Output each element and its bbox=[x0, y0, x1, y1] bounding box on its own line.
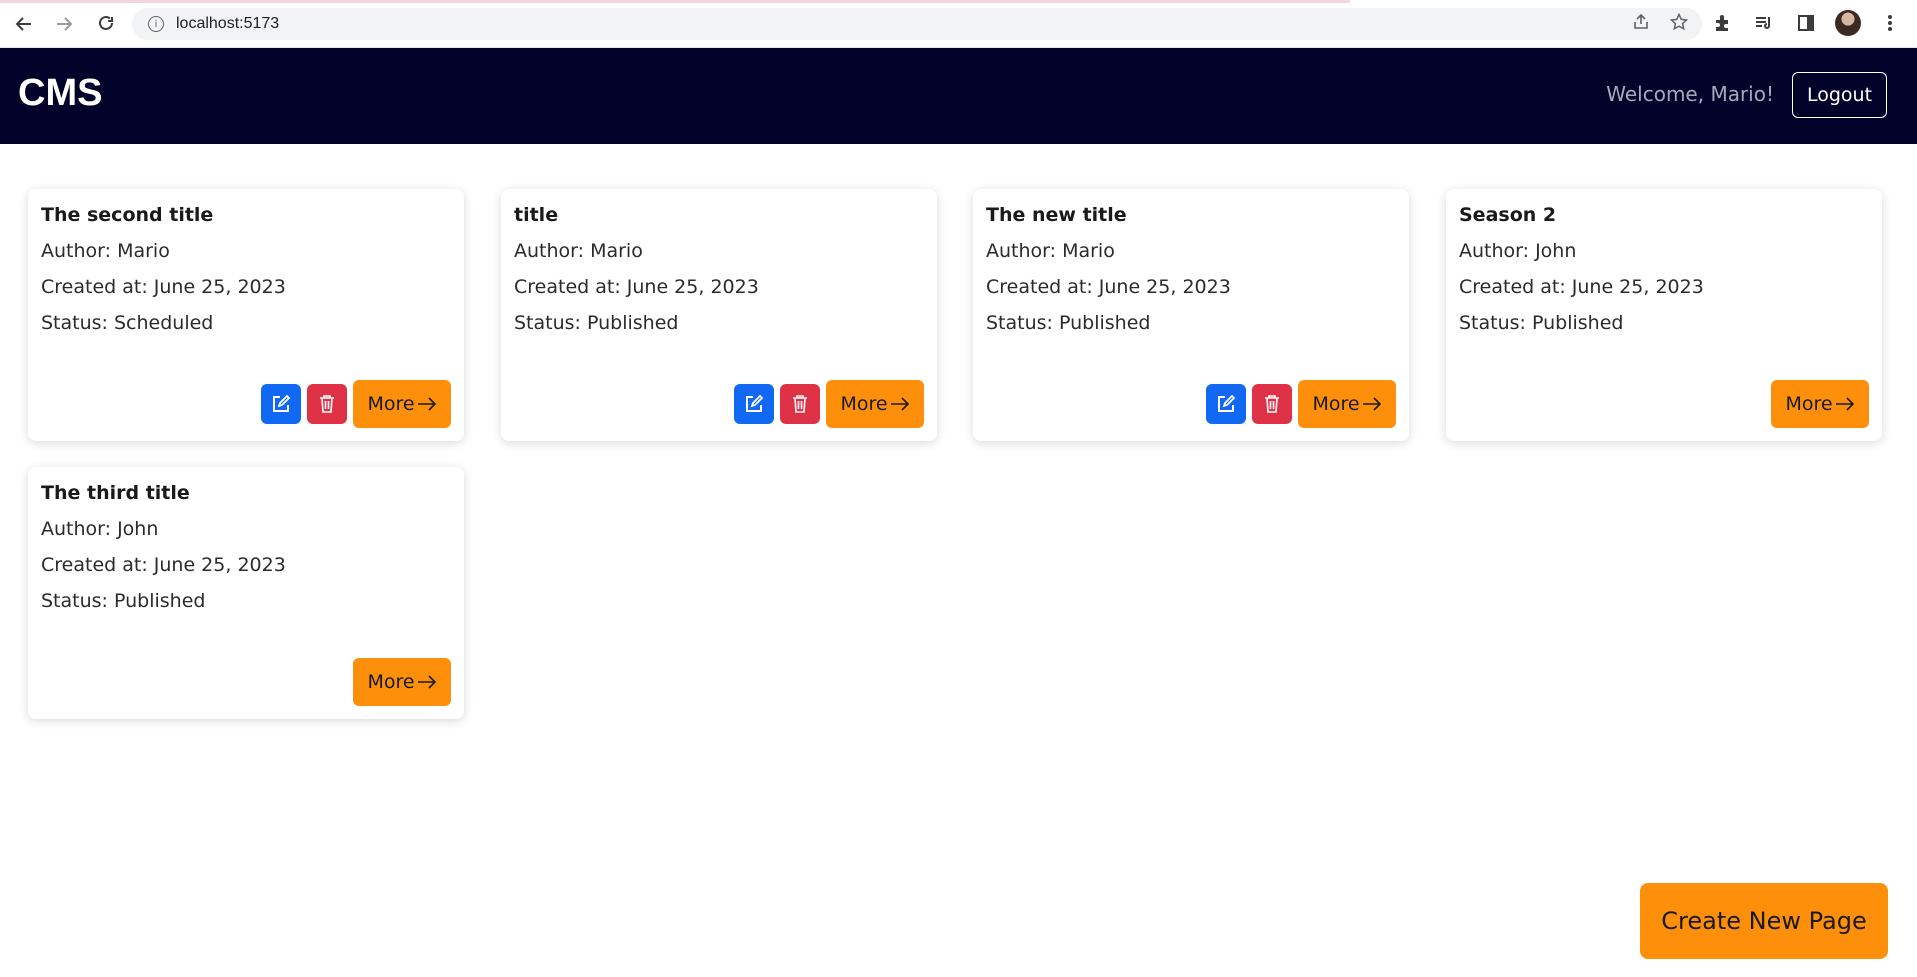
page-author: Author: John bbox=[1459, 240, 1577, 262]
page-created: Created at: June 25, 2023 bbox=[986, 276, 1231, 298]
page-title: Season 2 bbox=[1459, 204, 1557, 226]
extensions-icon[interactable] bbox=[1709, 10, 1735, 36]
edit-button[interactable] bbox=[734, 384, 774, 424]
info-icon[interactable]: i bbox=[148, 16, 164, 32]
page-author: Author: Mario bbox=[41, 240, 170, 262]
page-status: Status: Scheduled bbox=[41, 312, 214, 334]
more-button[interactable]: More bbox=[353, 380, 451, 428]
more-label: More bbox=[840, 393, 888, 415]
edit-icon bbox=[746, 394, 764, 412]
edit-button[interactable] bbox=[261, 384, 301, 424]
url-text: localhost:5173 bbox=[176, 15, 280, 32]
page-card: Season 2 Author: John Created at: June 2… bbox=[1446, 189, 1882, 441]
brand-logo[interactable]: CMS bbox=[18, 72, 102, 115]
star-icon[interactable] bbox=[1669, 12, 1689, 36]
welcome-text: Welcome, Mario! bbox=[1606, 82, 1774, 106]
page-status: Status: Published bbox=[1459, 312, 1624, 334]
delete-button[interactable] bbox=[780, 384, 820, 424]
page-created: Created at: June 25, 2023 bbox=[1459, 276, 1704, 298]
page-card: title Author: Mario Created at: June 25,… bbox=[501, 189, 937, 441]
page-card: The second title Author: Mario Created a… bbox=[28, 189, 464, 441]
create-new-page-button[interactable]: Create New Page bbox=[1640, 883, 1888, 959]
media-icon[interactable] bbox=[1751, 10, 1777, 36]
reload-icon[interactable] bbox=[92, 10, 120, 38]
trash-icon bbox=[1265, 395, 1279, 413]
more-button[interactable]: More bbox=[353, 658, 451, 706]
more-button[interactable]: More bbox=[1298, 380, 1396, 428]
profile-avatar[interactable] bbox=[1835, 10, 1861, 36]
page-created: Created at: June 25, 2023 bbox=[41, 276, 286, 298]
page-status: Status: Published bbox=[986, 312, 1151, 334]
page-author: Author: Mario bbox=[514, 240, 643, 262]
page-author: Author: John bbox=[41, 518, 159, 540]
share-icon[interactable] bbox=[1632, 13, 1650, 36]
delete-button[interactable] bbox=[307, 384, 347, 424]
arrow-right-icon bbox=[890, 397, 909, 411]
address-bar[interactable]: i localhost:5173 bbox=[132, 8, 1702, 40]
page-title: title bbox=[514, 204, 559, 226]
edit-icon bbox=[1218, 394, 1236, 412]
page-author: Author: Mario bbox=[986, 240, 1115, 262]
more-label: More bbox=[1312, 393, 1360, 415]
trash-icon bbox=[793, 395, 807, 413]
more-label: More bbox=[367, 393, 415, 415]
trash-icon bbox=[320, 395, 334, 413]
page-title: The third title bbox=[41, 482, 190, 504]
page-created: Created at: June 25, 2023 bbox=[514, 276, 759, 298]
app-header: CMS Welcome, Mario! Logout bbox=[0, 48, 1917, 144]
more-label: More bbox=[367, 671, 415, 693]
side-panel-icon[interactable] bbox=[1793, 10, 1819, 36]
edit-icon bbox=[273, 394, 291, 412]
page-title: The new title bbox=[986, 204, 1127, 226]
page-card: The third title Author: John Created at:… bbox=[28, 467, 464, 719]
more-label: More bbox=[1785, 393, 1833, 415]
back-icon[interactable] bbox=[10, 10, 38, 38]
tab-strip-accent bbox=[0, 0, 1350, 3]
browser-toolbar: i localhost:5173 bbox=[0, 0, 1917, 48]
delete-button[interactable] bbox=[1252, 384, 1292, 424]
arrow-right-icon bbox=[1362, 397, 1381, 411]
menu-icon[interactable] bbox=[1877, 10, 1903, 36]
more-button[interactable]: More bbox=[826, 380, 924, 428]
forward-icon[interactable] bbox=[50, 10, 78, 38]
page-status: Status: Published bbox=[514, 312, 679, 334]
page-card: The new title Author: Mario Created at: … bbox=[973, 189, 1409, 441]
page-title: The second title bbox=[41, 204, 214, 226]
page-created: Created at: June 25, 2023 bbox=[41, 554, 286, 576]
arrow-right-icon bbox=[1835, 397, 1854, 411]
arrow-right-icon bbox=[417, 675, 436, 689]
more-button[interactable]: More bbox=[1771, 380, 1869, 428]
edit-button[interactable] bbox=[1206, 384, 1246, 424]
arrow-right-icon bbox=[417, 397, 436, 411]
page-status: Status: Published bbox=[41, 590, 206, 612]
logout-button[interactable]: Logout bbox=[1792, 72, 1887, 118]
